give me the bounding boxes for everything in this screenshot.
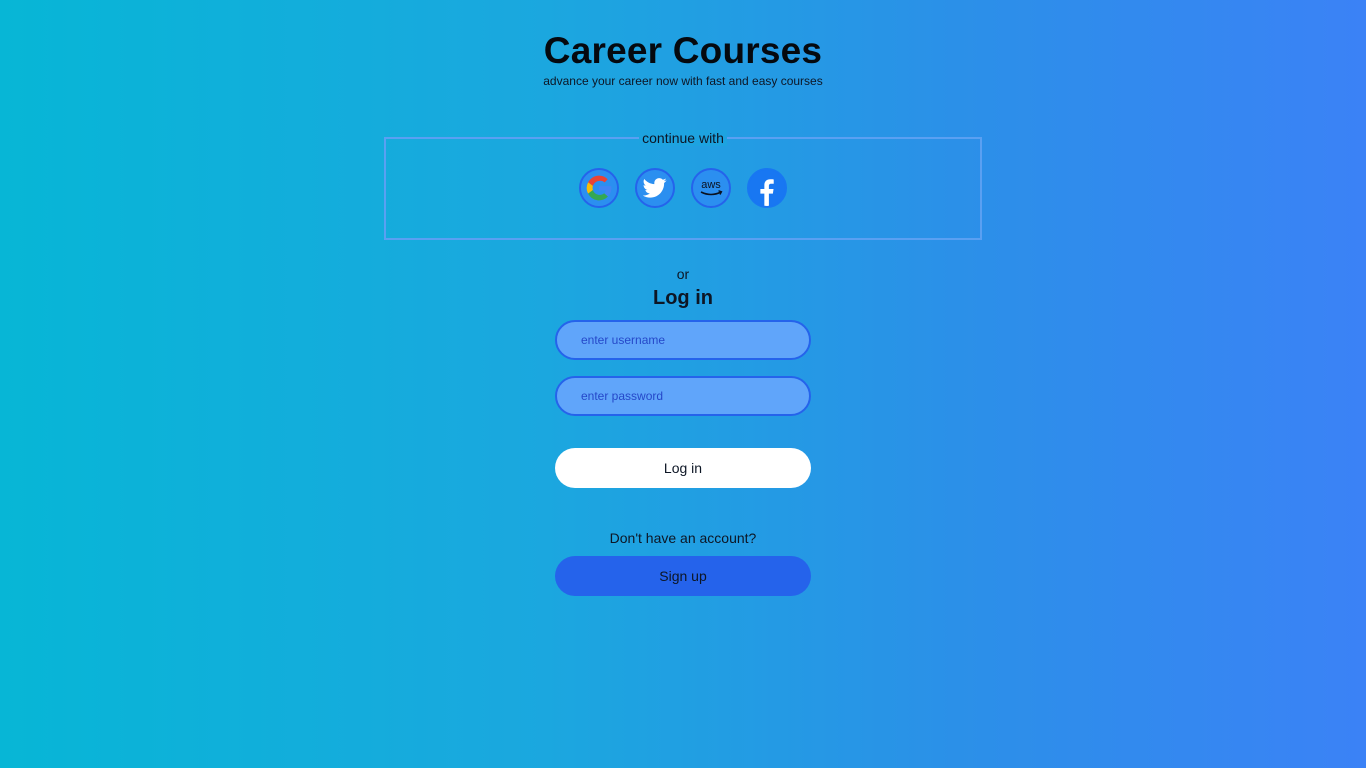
password-input[interactable] [555, 376, 811, 416]
signup-button[interactable]: Sign up [555, 556, 811, 596]
continue-with-label: continue with [639, 130, 727, 146]
facebook-icon [749, 170, 785, 206]
svg-text:aws: aws [701, 179, 721, 191]
login-heading: Log in [653, 287, 713, 309]
google-login-button[interactable] [579, 168, 619, 208]
social-buttons-row: aws [579, 168, 787, 208]
username-input[interactable] [555, 320, 811, 360]
facebook-login-button[interactable] [747, 168, 787, 208]
no-account-prompt: Don't have an account? [609, 530, 757, 546]
aws-login-button[interactable]: aws [691, 168, 731, 208]
app-subtitle: advance your career now with fast and ea… [543, 74, 823, 88]
aws-icon: aws [700, 179, 723, 196]
google-icon [581, 170, 617, 206]
login-button[interactable]: Log in [555, 448, 811, 488]
twitter-login-button[interactable] [635, 168, 675, 208]
login-page: Career Courses advance your career now w… [0, 0, 1366, 768]
twitter-icon [643, 178, 667, 198]
app-title: Career Courses [543, 30, 823, 71]
or-divider: or [676, 266, 690, 282]
